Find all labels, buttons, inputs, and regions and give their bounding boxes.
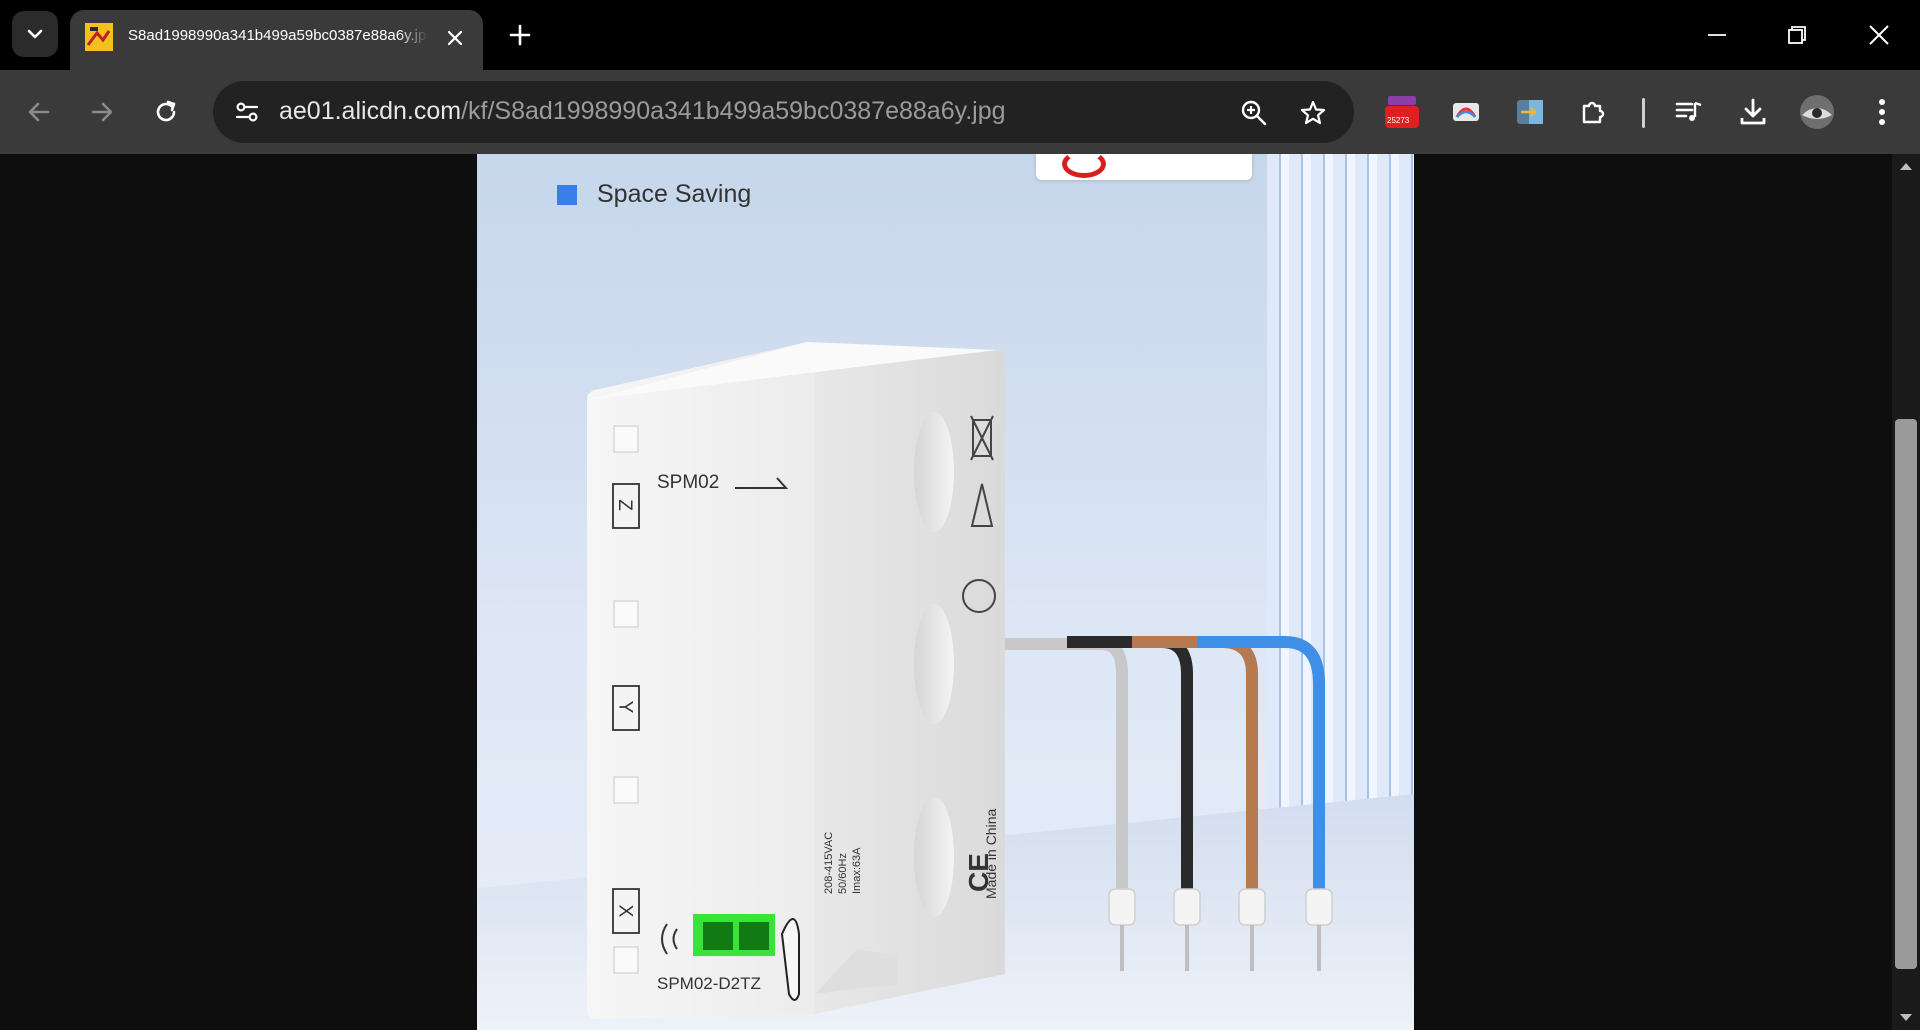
close-window-button[interactable]: [1849, 12, 1909, 58]
screen-capture-icon: [1453, 103, 1479, 121]
extension-counter[interactable]: 25273: [1380, 90, 1424, 134]
page-viewport: Space Saving SPM02 SPM02-D2TZ Z Y X 208-…: [0, 154, 1892, 1030]
model-label-bottom: SPM02-D2TZ: [657, 974, 761, 993]
restore-icon: [1788, 26, 1806, 44]
rating-line-3: Imax:63A: [851, 847, 863, 894]
origin-label: Made in China: [983, 808, 999, 899]
zoom-button[interactable]: [1234, 93, 1274, 133]
scroll-down-arrow-icon[interactable]: [1898, 1012, 1914, 1024]
extensions-button[interactable]: [1572, 90, 1616, 134]
cable-bundle: [1005, 636, 1333, 971]
scroll-up-arrow-icon[interactable]: [1898, 160, 1914, 172]
bookmark-button[interactable]: [1293, 93, 1333, 133]
reload-icon: [156, 100, 176, 122]
menu-button[interactable]: [1860, 90, 1904, 134]
device-illustration: [587, 342, 1333, 1019]
chevron-down-icon: [27, 29, 43, 39]
product-image: Space Saving SPM02 SPM02-D2TZ Z Y X 208-…: [477, 154, 1414, 1030]
toolbar-separator: [1642, 98, 1645, 128]
puzzle-icon: [1582, 101, 1605, 124]
star-icon: [1300, 100, 1326, 125]
image-favicon-icon: [85, 23, 113, 51]
minimize-button[interactable]: [1687, 12, 1747, 58]
close-icon: [1869, 25, 1889, 45]
arrow-left-icon: [28, 102, 50, 122]
browser-toolbar: ae01.alicdn.com/kf/S8ad1998990a341b499a5…: [0, 70, 1920, 154]
tab-close-button[interactable]: [443, 26, 467, 50]
model-label-top: SPM02: [657, 472, 720, 493]
device-side-face: [815, 344, 1005, 1014]
rating-line-1: 208-415VAC: [823, 831, 835, 894]
scrollbar-thumb[interactable]: [1895, 419, 1917, 969]
minimize-icon: [1708, 34, 1726, 36]
extension-badge-icon: [1385, 96, 1419, 128]
vertical-scrollbar[interactable]: [1892, 154, 1920, 1030]
transfer-icon: [1517, 100, 1543, 124]
download-icon: [1740, 98, 1766, 125]
active-tab[interactable]: S8ad1998990a341b499a59bc0387e88a6y.jpg (…: [70, 10, 483, 70]
plus-icon: [509, 24, 531, 46]
extension-screenshot[interactable]: [1444, 90, 1488, 134]
queue-music-icon: [1675, 101, 1702, 121]
url-host: ae01.alicdn.com: [279, 97, 462, 125]
media-controls-button[interactable]: [1667, 90, 1711, 134]
terminal-label-x: X: [614, 904, 636, 918]
reload-button[interactable]: [144, 90, 188, 134]
restore-button[interactable]: [1767, 12, 1827, 58]
extension-transfer[interactable]: [1508, 90, 1552, 134]
rating-line-2: 50/60Hz: [837, 853, 849, 894]
new-tab-button[interactable]: [502, 17, 538, 53]
address-bar[interactable]: ae01.alicdn.com/kf/S8ad1998990a341b499a5…: [213, 81, 1354, 143]
url-path: /kf/S8ad1998990a341b499a59bc0387e88a6y.j…: [461, 97, 1006, 125]
arrow-right-icon: [91, 102, 113, 122]
back-button[interactable]: [17, 90, 61, 134]
tab-title: S8ad1998990a341b499a59bc0387e88a6y.jpg (…: [128, 27, 428, 44]
extension-badge-count: 25273: [1387, 116, 1410, 125]
zoom-in-icon: [1241, 100, 1267, 126]
avatar-icon: [1800, 95, 1834, 129]
more-vertical-icon: [1879, 99, 1885, 125]
tune-icon: [235, 102, 259, 122]
forward-button[interactable]: [80, 90, 124, 134]
close-icon: [447, 30, 463, 46]
tab-strip: S8ad1998990a341b499a59bc0387e88a6y.jpg (…: [0, 0, 1920, 70]
terminal-label-z: Z: [613, 499, 635, 511]
terminal-label-y: Y: [614, 700, 636, 714]
tab-search-button[interactable]: [12, 11, 58, 57]
downloads-button[interactable]: [1731, 90, 1775, 134]
url-text: ae01.alicdn.com/kf/S8ad1998990a341b499a5…: [279, 97, 1006, 126]
profile-button[interactable]: [1795, 90, 1839, 134]
site-info-button[interactable]: [227, 93, 267, 131]
